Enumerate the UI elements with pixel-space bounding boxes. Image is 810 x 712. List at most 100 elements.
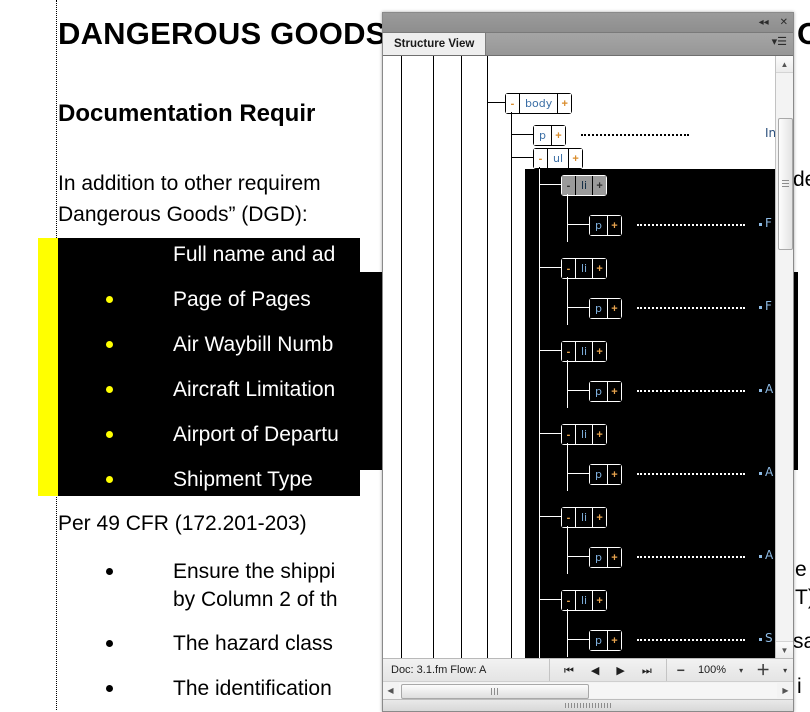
structure-node-li[interactable]: - li + [561, 590, 608, 611]
node-collapse-toggle[interactable]: - [562, 508, 576, 527]
structure-view-body[interactable]: - body + p + In - ul + - li + p + F - li… [383, 56, 793, 658]
list-bullet [106, 685, 113, 692]
tree-connector [511, 134, 533, 135]
list-bullet [106, 386, 113, 393]
list-bullet [106, 640, 113, 647]
list-bullet [106, 476, 113, 483]
scroll-left-icon[interactable]: ◀ [383, 683, 398, 698]
structure-node-p[interactable]: p + [589, 215, 622, 236]
structure-node-p[interactable]: p + [589, 381, 622, 402]
node-collapse-toggle[interactable]: - [562, 425, 576, 444]
node-collapse-toggle[interactable]: - [562, 259, 576, 278]
scroll-down-icon[interactable]: ▼ [776, 641, 793, 658]
node-label: li [576, 425, 593, 444]
list-item-line-2: by Column 2 of th [173, 588, 338, 611]
scrollbar-grip-icon [782, 180, 789, 188]
panel-resize-grip[interactable] [383, 699, 793, 711]
structure-node-li[interactable]: - li + [561, 258, 608, 279]
node-label: body [520, 94, 558, 113]
structure-node-li[interactable]: - li + [561, 507, 608, 528]
node-expand-toggle[interactable]: + [592, 508, 607, 527]
node-expand-toggle[interactable]: + [606, 548, 621, 567]
structure-view-panel[interactable]: ◂◂ ✕ Structure View ▾☰ - body + p + In -… [382, 12, 794, 712]
snippet-bullet-icon [759, 472, 762, 475]
tree-connector [567, 639, 589, 640]
structure-node-p[interactable]: p + [589, 298, 622, 319]
structure-node-body[interactable]: - body + [505, 93, 573, 114]
node-text-snippet: A [765, 465, 774, 479]
zoom-out-icon[interactable]: − [677, 663, 685, 677]
document-heading-2: Documentation Requir [58, 100, 316, 127]
node-text-leader [637, 556, 745, 560]
structure-node-ul[interactable]: - ul + [533, 148, 584, 169]
list-bullet [106, 296, 113, 303]
node-text-snippet: F [765, 299, 772, 313]
collapse-icon[interactable]: ◂◂ [759, 17, 769, 28]
chevron-down-icon[interactable]: ▾ [739, 666, 743, 675]
node-collapse-toggle[interactable]: - [562, 176, 576, 195]
node-text-snippet: A [765, 548, 774, 562]
node-collapse-toggle[interactable]: - [562, 342, 576, 361]
node-expand-toggle[interactable]: + [592, 176, 607, 195]
structure-node-p[interactable]: p + [589, 630, 622, 651]
panel-menu-icon[interactable]: ▾☰ [772, 37, 787, 48]
tab-structure-view[interactable]: Structure View [383, 33, 487, 55]
node-expand-toggle[interactable]: + [550, 126, 565, 145]
status-zoom-group[interactable]: − 100% ▾ ＋ ▾ [667, 659, 797, 681]
node-collapse-toggle[interactable]: - [562, 591, 576, 610]
node-expand-toggle[interactable]: + [568, 149, 583, 168]
resize-grip-icon [565, 703, 611, 708]
node-label: ul [548, 149, 569, 168]
structure-node-li[interactable]: - li + [561, 175, 608, 196]
structure-node-li[interactable]: - li + [561, 424, 608, 445]
structure-node-li[interactable]: - li + [561, 341, 608, 362]
right-edge-fragment: sa [793, 630, 810, 653]
node-text-leader [637, 224, 745, 228]
node-expand-toggle[interactable]: + [557, 94, 572, 113]
node-collapse-toggle[interactable]: - [506, 94, 520, 113]
node-expand-toggle[interactable]: + [606, 465, 621, 484]
horizontal-scrollbar-thumb[interactable] [401, 684, 589, 699]
structure-tree-canvas[interactable]: - body + p + In - ul + - li + p + F - li… [383, 56, 775, 658]
last-page-icon[interactable]: ⏭ [642, 665, 652, 676]
vertical-scrollbar-thumb[interactable] [778, 118, 793, 250]
tab-structure-view-label: Structure View [394, 38, 475, 50]
list-item-line-1: Ensure the shippi [173, 560, 336, 583]
node-text-snippet: In [765, 126, 775, 140]
structure-view-vertical-scrollbar[interactable]: ▲ ▼ [775, 56, 793, 658]
chevron-down-icon-extra[interactable]: ▾ [783, 666, 787, 675]
node-label: li [576, 259, 593, 278]
node-expand-toggle[interactable]: + [592, 259, 607, 278]
tree-spine [567, 277, 568, 325]
node-text-leader [581, 134, 689, 138]
node-label: li [576, 591, 593, 610]
node-expand-toggle[interactable]: + [592, 425, 607, 444]
structure-node-p[interactable]: p + [589, 464, 622, 485]
ancestor-guide-line [401, 56, 402, 658]
node-expand-toggle[interactable]: + [592, 591, 607, 610]
structure-selection-background [525, 169, 775, 658]
structure-view-tabrow[interactable]: Structure View ▾☰ [383, 33, 793, 56]
node-expand-toggle[interactable]: + [592, 342, 607, 361]
close-icon[interactable]: ✕ [780, 17, 788, 28]
node-collapse-toggle[interactable]: - [534, 149, 548, 168]
structure-view-horizontal-scrollbar[interactable]: ◀ ▶ [383, 681, 793, 699]
first-page-icon[interactable]: ⏮ [564, 665, 574, 676]
scroll-right-icon[interactable]: ▶ [778, 683, 793, 698]
structure-view-titlebar[interactable]: ◂◂ ✕ [383, 13, 793, 33]
node-expand-toggle[interactable]: + [606, 382, 621, 401]
node-expand-toggle[interactable]: + [606, 631, 621, 650]
node-expand-toggle[interactable]: + [606, 216, 621, 235]
scroll-up-icon[interactable]: ▲ [776, 56, 793, 73]
node-label: li [576, 342, 593, 361]
zoom-in-icon[interactable]: ＋ [756, 663, 770, 677]
structure-node-p[interactable]: p + [533, 125, 566, 146]
list-bullet [106, 431, 113, 438]
status-navigation-group[interactable]: ⏮ ◀ ▶ ⏭ [550, 659, 667, 681]
selected-list-item: Airport of Departu [173, 423, 339, 446]
structure-node-p[interactable]: p + [589, 547, 622, 568]
next-page-icon[interactable]: ▶ [616, 665, 624, 676]
node-expand-toggle[interactable]: + [606, 299, 621, 318]
structure-view-status-bar: Doc: 3.1.fm Flow: A ⏮ ◀ ▶ ⏭ − 100% ▾ ＋ ▾ [383, 658, 793, 681]
previous-page-icon[interactable]: ◀ [591, 665, 599, 676]
